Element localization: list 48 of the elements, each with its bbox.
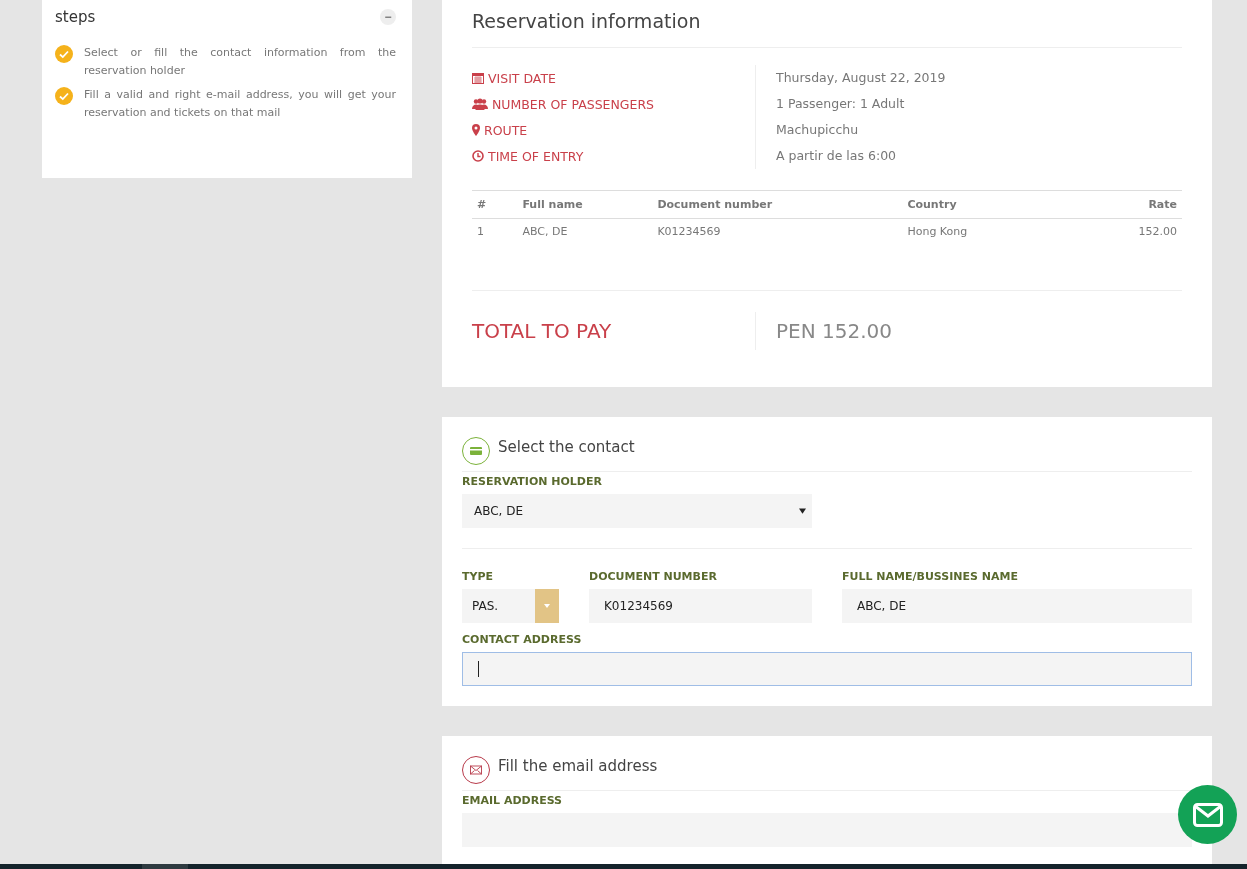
table-cell: 152.00	[1067, 218, 1182, 244]
column-header: Document number	[652, 190, 903, 219]
total-amount: PEN 152.00	[776, 319, 892, 343]
column-header: Rate	[1067, 190, 1182, 219]
reservation-title: Reservation information	[472, 10, 1182, 48]
field-label: TYPE	[462, 570, 495, 583]
column-header: #	[472, 190, 518, 219]
contact-address-field[interactable]	[462, 652, 1192, 686]
table-cell: ABC, DE	[517, 218, 653, 244]
field-label: EMAIL ADDRESS	[462, 794, 563, 807]
document-number-field[interactable]: K01234569	[589, 589, 812, 623]
caret-icon	[799, 508, 806, 514]
detail-value: Thursday, August 22, 2019	[776, 69, 946, 87]
table-cell: K01234569	[652, 218, 903, 244]
total-label: TOTAL TO PAY	[472, 319, 612, 343]
field-label: CONTACT ADDRESS	[462, 633, 583, 646]
field-label: DOCUMENT NUMBER	[589, 570, 718, 583]
envelope-icon	[1192, 802, 1223, 827]
table-cell: Hong Kong	[902, 218, 1068, 244]
field-label: RESERVATION HOLDER	[462, 475, 603, 488]
clock-icon	[472, 150, 484, 162]
detail-value: 1 Passenger: 1 Adult	[776, 95, 906, 113]
location-pin-icon	[472, 124, 480, 136]
caret-icon	[544, 604, 550, 608]
steps-title: steps	[55, 8, 96, 26]
holder-select[interactable]: ABC, DE	[462, 494, 812, 528]
detail-label: NUMBER OF PASSENGERS	[492, 96, 655, 112]
field-label: FULL NAME/BUSSINES NAME	[842, 570, 1019, 583]
detail-label: TIME OF ENTRY	[488, 148, 584, 164]
detail-value: A partir de las 6:00	[776, 147, 898, 165]
envelope-icon	[462, 756, 490, 784]
column-header: Full name	[517, 190, 653, 219]
detail-label: ROUTE	[484, 122, 528, 138]
detail-value: Machupicchu	[776, 121, 860, 139]
card-icon	[462, 437, 490, 465]
step-text: Fill a valid and right e-mail address, you will get your reservation and tickets on that mail	[84, 87, 396, 121]
email-field[interactable]	[462, 813, 1192, 847]
column-header: Country	[902, 190, 1068, 219]
full-name-field[interactable]: ABC, DE	[842, 589, 1192, 623]
step-text: Select or fill the contact information from the reservation holder	[84, 45, 396, 79]
section-title: Fill the email address	[498, 757, 658, 775]
users-icon	[472, 98, 488, 110]
type-select[interactable]: PAS.	[462, 589, 559, 623]
detail-label: VISIT DATE	[488, 70, 556, 86]
collapse-button[interactable]: −	[380, 9, 396, 25]
section-title: Select the contact	[498, 438, 635, 456]
calendar-icon	[472, 72, 484, 84]
table-cell: 1	[472, 218, 518, 244]
